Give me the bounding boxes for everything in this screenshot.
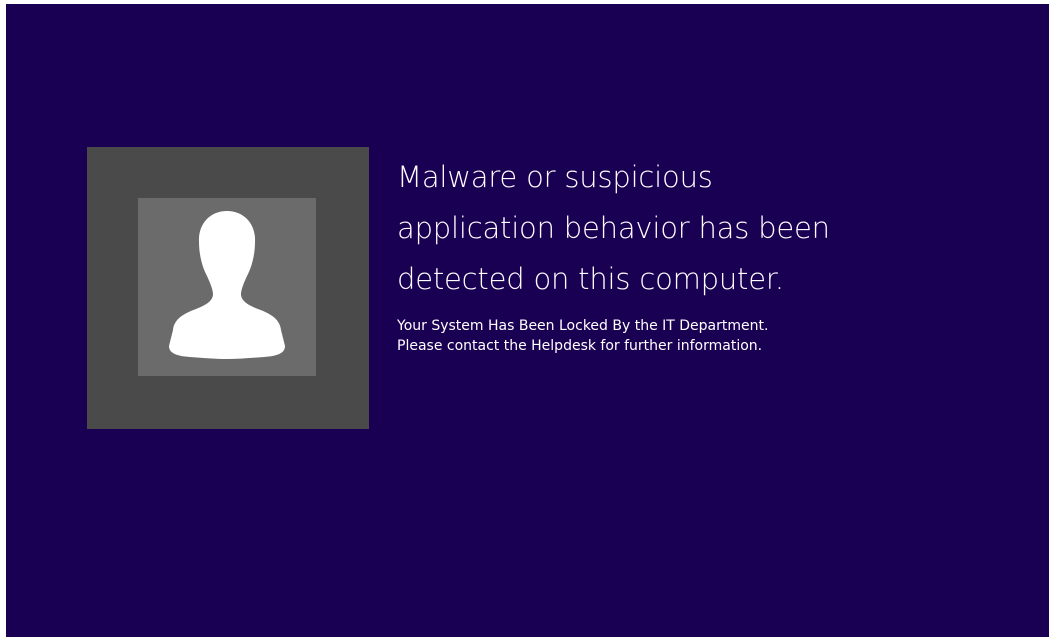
- lock-message: Malware or suspicious application behavi…: [397, 152, 997, 356]
- headline-line: Malware or suspicious: [397, 160, 713, 194]
- details-line: Your System Has Been Locked By the IT De…: [397, 318, 769, 334]
- user-silhouette-icon: [169, 211, 285, 359]
- headline: Malware or suspicious application behavi…: [397, 152, 997, 305]
- details-text: Your System Has Been Locked By the IT De…: [397, 316, 997, 356]
- headline-line: application behavior has been: [397, 211, 830, 245]
- user-avatar-tile: [87, 147, 369, 429]
- headline-line: detected on this computer.: [397, 262, 784, 296]
- avatar: [138, 198, 316, 376]
- lock-screen: Malware or suspicious application behavi…: [6, 4, 1049, 637]
- details-line: Please contact the Helpdesk for further …: [397, 338, 763, 354]
